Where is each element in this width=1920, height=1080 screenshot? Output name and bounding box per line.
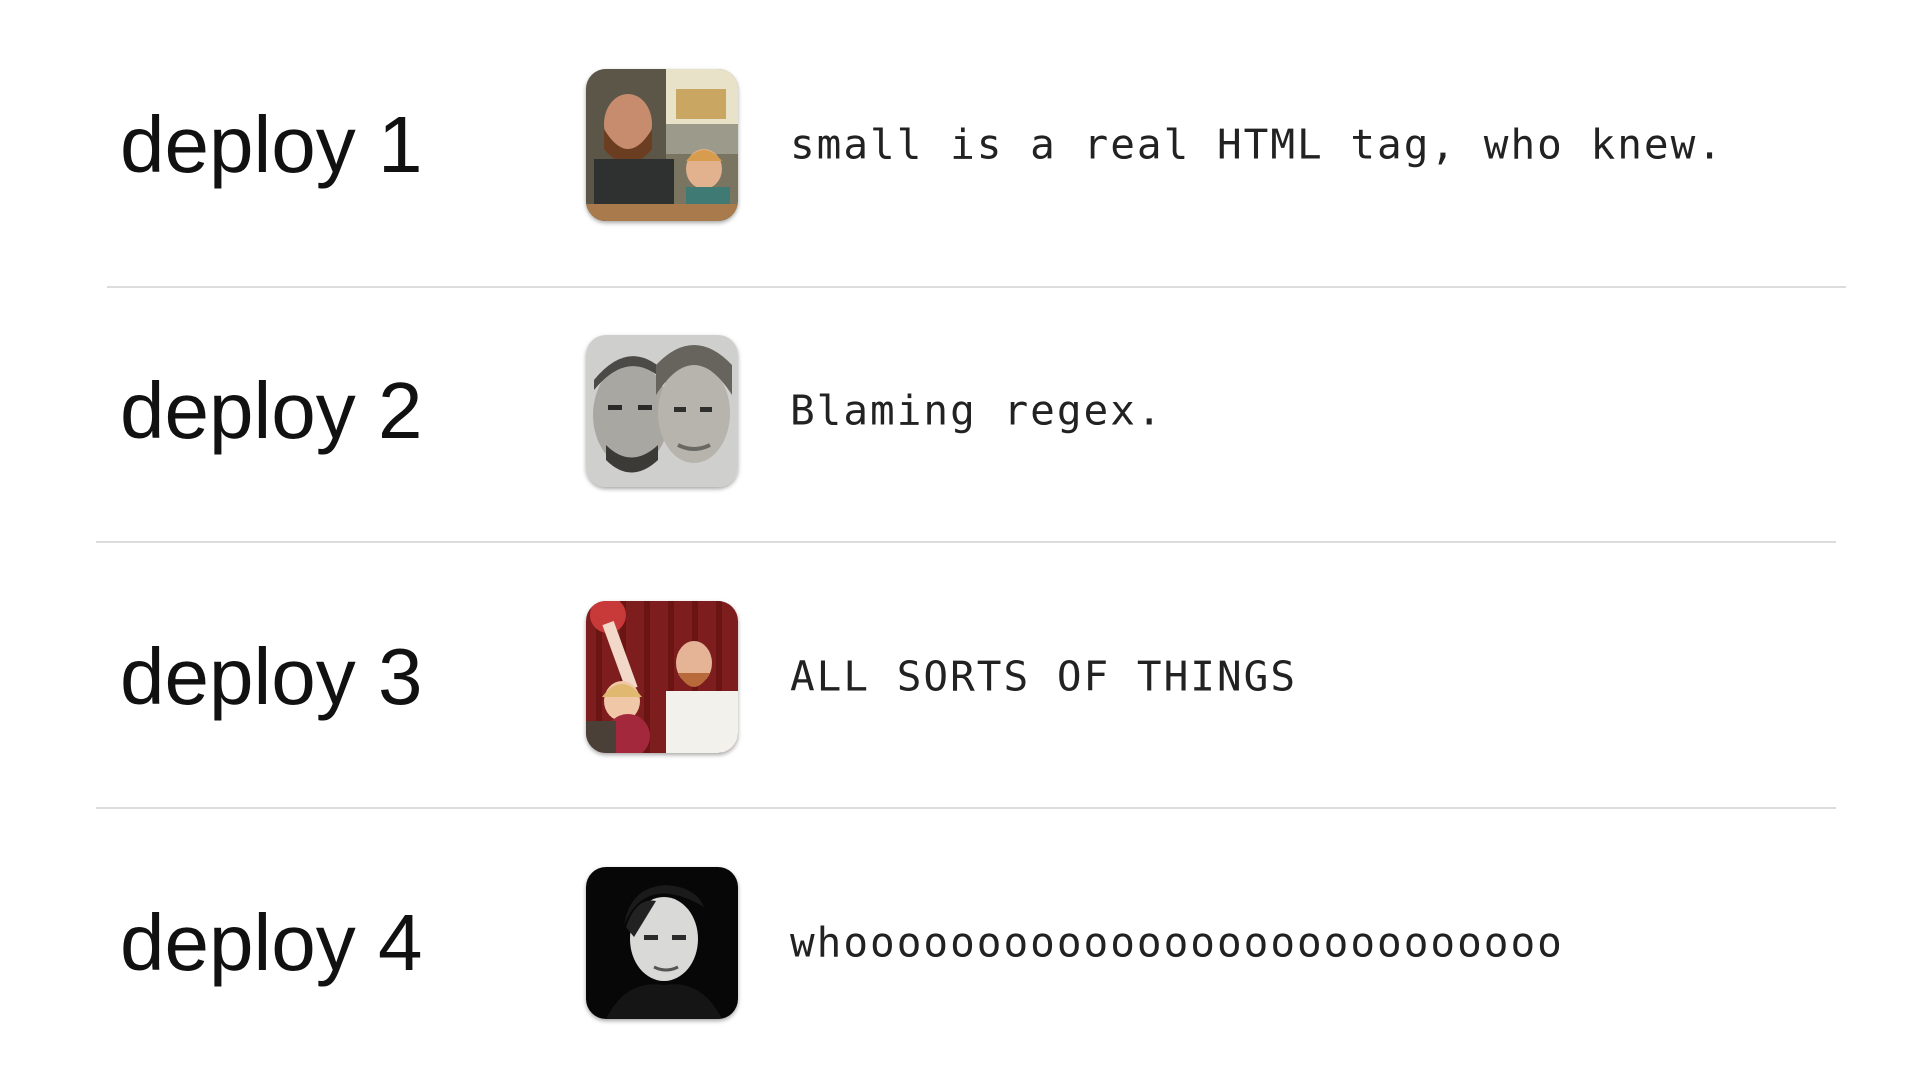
deploy-label: deploy 1 (120, 100, 423, 189)
deploy-row-4: deploy 4 whooooooooooooooooooooooooooo (0, 810, 1920, 1076)
avatar-icon (586, 335, 738, 487)
avatar-icon (586, 867, 738, 1019)
deploy-list: deploy 1 small is a real HTML tag, who k… (0, 0, 1920, 1080)
deploy-row-2: deploy 2 Blaming regex. (0, 278, 1920, 544)
deploy-row-1: deploy 1 small is a real HTML tag, who k… (0, 12, 1920, 278)
avatar-icon (586, 601, 738, 753)
row-divider (96, 807, 1836, 809)
deploy-message: Blaming regex. (790, 386, 1164, 435)
deploy-message: small is a real HTML tag, who knew. (790, 120, 1724, 169)
deploy-message: ALL SORTS OF THINGS (790, 652, 1297, 701)
deploy-message: whooooooooooooooooooooooooooo (790, 918, 1564, 967)
deploy-label: deploy 4 (120, 898, 423, 987)
deploy-row-3: deploy 3 ALL SORTS OF THINGS (0, 544, 1920, 810)
deploy-label: deploy 3 (120, 632, 423, 721)
row-divider (96, 541, 1836, 543)
avatar-icon (586, 69, 738, 221)
deploy-label: deploy 2 (120, 366, 423, 455)
